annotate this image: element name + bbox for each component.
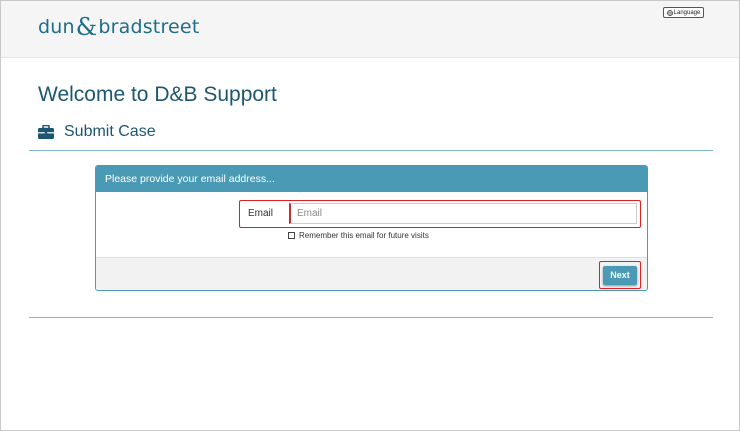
panel-body: Email Remember this email for future vis…: [96, 192, 647, 259]
email-label: Email: [248, 208, 274, 219]
remember-email-option[interactable]: Remember this email for future visits: [288, 231, 429, 240]
page-title: Welcome to D&B Support: [38, 83, 277, 106]
language-label: Language: [673, 9, 701, 16]
logo-text-dun: dun: [38, 16, 75, 38]
logo-ampersand: &: [75, 13, 98, 41]
panel-footer: Next: [96, 257, 647, 290]
remember-email-label: Remember this email for future visits: [299, 231, 429, 240]
section-title: Submit Case: [64, 123, 156, 140]
divider-top: [29, 150, 713, 151]
divider-bottom: [29, 317, 713, 318]
email-panel: Please provide your email address... Ema…: [95, 165, 648, 291]
globe-icon: [666, 9, 673, 16]
next-button[interactable]: Next: [603, 265, 637, 285]
remember-email-checkbox[interactable]: [288, 232, 295, 239]
email-field-highlight: Email: [239, 200, 641, 228]
site-header: dun & bradstreet Language: [1, 1, 739, 58]
next-button-highlight: Next: [599, 261, 641, 289]
section-heading: Submit Case: [38, 123, 156, 141]
language-button[interactable]: Language: [663, 7, 704, 18]
panel-heading: Please provide your email address...: [96, 166, 647, 192]
dun-bradstreet-logo[interactable]: dun & bradstreet: [38, 15, 199, 39]
logo-text-bradstreet: bradstreet: [98, 16, 200, 38]
email-input[interactable]: [289, 203, 637, 224]
briefcase-icon: [38, 125, 54, 139]
